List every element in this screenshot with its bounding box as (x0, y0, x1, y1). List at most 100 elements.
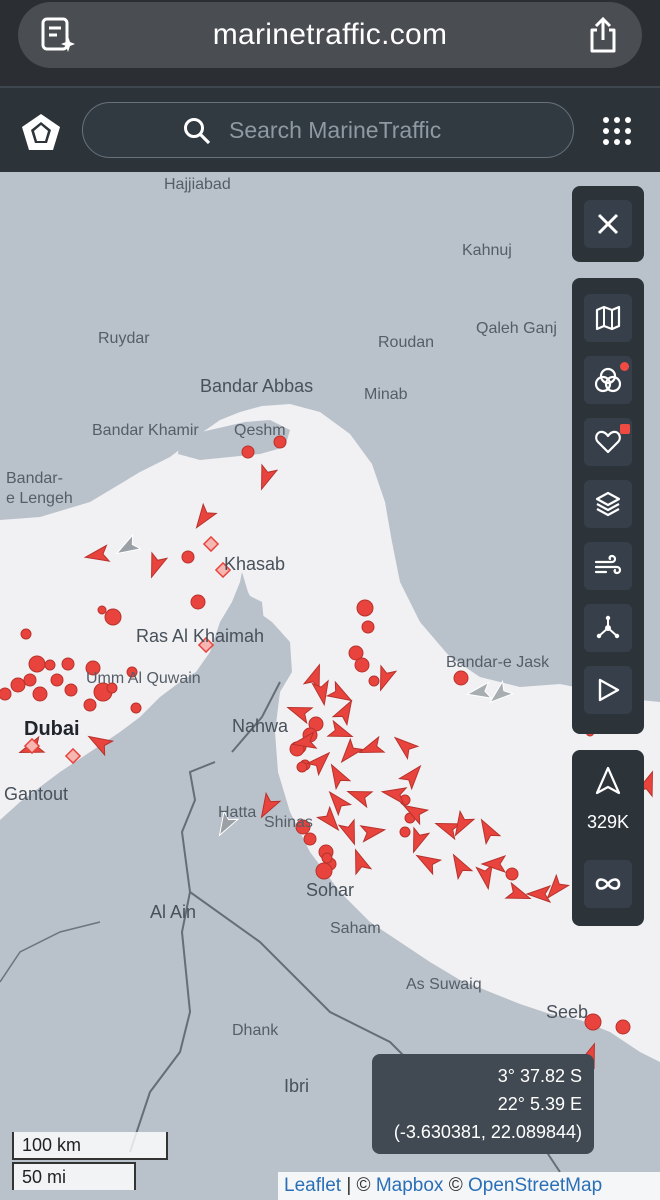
map-icon (595, 305, 621, 331)
vessel-marker[interactable] (61, 657, 75, 671)
vessel-marker[interactable] (181, 550, 195, 564)
place-ruydar: Ruydar (98, 330, 150, 347)
vessel-marker[interactable] (50, 673, 64, 687)
place-bandar-e-jask: Bandar-e Jask (446, 654, 550, 671)
place-kahnuj: Kahnuj (462, 242, 512, 259)
vessel-marker[interactable] (285, 700, 314, 725)
openstreetmap-link[interactable]: OpenStreetMap (468, 1175, 602, 1196)
vessel-marker[interactable] (85, 730, 115, 757)
fleet-panel: 329K (572, 750, 644, 926)
marinetraffic-logo-icon[interactable] (20, 112, 62, 152)
vessel-marker[interactable] (465, 681, 493, 702)
favorites-icon (595, 430, 621, 454)
station-marker[interactable] (202, 535, 220, 553)
place-qeshm: Qeshm (234, 422, 286, 439)
close-button[interactable] (584, 200, 632, 248)
vessel-marker[interactable] (397, 761, 426, 791)
vessel-marker[interactable] (305, 747, 335, 777)
vessel-marker[interactable] (368, 675, 380, 687)
vessel-marker[interactable] (190, 502, 218, 532)
vessel-marker[interactable] (303, 832, 317, 846)
vessel-marker[interactable] (380, 784, 408, 805)
filters-icon (594, 367, 622, 393)
vessel-marker[interactable] (83, 544, 111, 565)
vessel-marker[interactable] (357, 735, 386, 760)
vessel-marker[interactable] (359, 822, 387, 843)
place-nahwa: Nahwa (232, 716, 289, 736)
routes-button[interactable] (584, 604, 632, 652)
vessel-marker[interactable] (485, 679, 515, 708)
vessel-marker[interactable] (296, 761, 308, 773)
favorites-button[interactable] (584, 418, 632, 466)
vessel-marker[interactable] (447, 851, 474, 881)
vessel-marker[interactable] (615, 1019, 631, 1035)
longitude-text: 22° 5.39 E (497, 1094, 582, 1114)
layers-icon (595, 491, 621, 517)
vessel-marker[interactable] (433, 816, 462, 841)
vessel-marker[interactable] (28, 655, 46, 673)
vessel-marker[interactable] (130, 702, 142, 714)
vessel-marker[interactable] (331, 697, 358, 727)
map-canvas[interactable]: Hajjiabad Kahnuj Ruydar Qaleh Ganj Rouda… (0, 172, 660, 1200)
leaflet-link[interactable]: Leaflet (284, 1175, 341, 1196)
address-bar[interactable]: marinetraffic.com (18, 2, 642, 68)
filters-button[interactable] (584, 356, 632, 404)
vessel-marker[interactable] (475, 863, 496, 891)
vessel-marker[interactable] (190, 594, 206, 610)
decimal-coords-text: (-3.630381, 22.089844) (393, 1122, 582, 1142)
vessel-marker[interactable] (390, 732, 420, 761)
vessel-marker[interactable] (337, 818, 362, 847)
vessel-marker[interactable] (505, 867, 519, 881)
url-text: marinetraffic.com (212, 18, 448, 51)
place-dubai: Dubai (24, 718, 80, 740)
vessel-marker[interactable] (254, 463, 279, 492)
place-al-ain: Al Ain (150, 902, 197, 922)
vessel-marker[interactable] (144, 551, 169, 580)
vessel-marker[interactable] (480, 855, 507, 873)
place-as-suwaiq: As Suwaiq (406, 976, 482, 993)
vessel-marker[interactable] (361, 620, 375, 634)
navigate-icon (595, 766, 621, 795)
vessel-marker[interactable] (315, 805, 344, 835)
vessel-marker[interactable] (315, 862, 333, 880)
vessel-marker[interactable] (413, 849, 443, 876)
play-button[interactable] (584, 666, 632, 714)
layers-button[interactable] (584, 480, 632, 528)
vessel-marker[interactable] (20, 628, 32, 640)
vessel-marker[interactable] (23, 673, 37, 687)
vessel-marker[interactable] (336, 737, 365, 767)
vessel-marker[interactable] (354, 657, 370, 673)
vessel-marker[interactable] (475, 816, 502, 846)
vessel-marker[interactable] (104, 608, 122, 626)
close-icon (597, 213, 619, 235)
vessel-marker[interactable] (44, 659, 56, 671)
place-hatta: Hatta (218, 804, 257, 821)
weather-button[interactable] (584, 542, 632, 590)
show-all-button[interactable] (584, 860, 632, 908)
share-icon[interactable] (588, 16, 618, 54)
vessel-marker[interactable] (453, 670, 469, 686)
vessel-marker[interactable] (64, 683, 78, 697)
vessel-marker[interactable] (113, 533, 143, 560)
vessel-marker[interactable] (241, 445, 255, 459)
vessel-marker[interactable] (321, 852, 333, 864)
navigate-button[interactable] (594, 766, 622, 796)
vessel-marker[interactable] (0, 687, 12, 701)
vessel-marker[interactable] (356, 599, 374, 617)
vessel-marker[interactable] (10, 677, 26, 693)
search-input[interactable]: Search MarineTraffic (82, 102, 574, 158)
apps-grid-icon[interactable] (602, 116, 632, 146)
mapbox-link[interactable]: Mapbox (376, 1175, 444, 1196)
vessel-marker[interactable] (32, 686, 48, 702)
map-type-button[interactable] (584, 294, 632, 342)
place-bandar-abbas: Bandar Abbas (200, 376, 314, 396)
station-marker[interactable] (64, 747, 82, 765)
place-saham: Saham (330, 920, 381, 937)
vessel-marker[interactable] (311, 679, 332, 707)
vessel-marker[interactable] (525, 885, 552, 903)
vessel-marker[interactable] (348, 847, 373, 876)
vessel-marker[interactable] (325, 761, 352, 791)
vessel-marker[interactable] (83, 698, 97, 712)
vessel-marker[interactable] (399, 826, 411, 838)
vessel-marker[interactable] (97, 605, 107, 615)
